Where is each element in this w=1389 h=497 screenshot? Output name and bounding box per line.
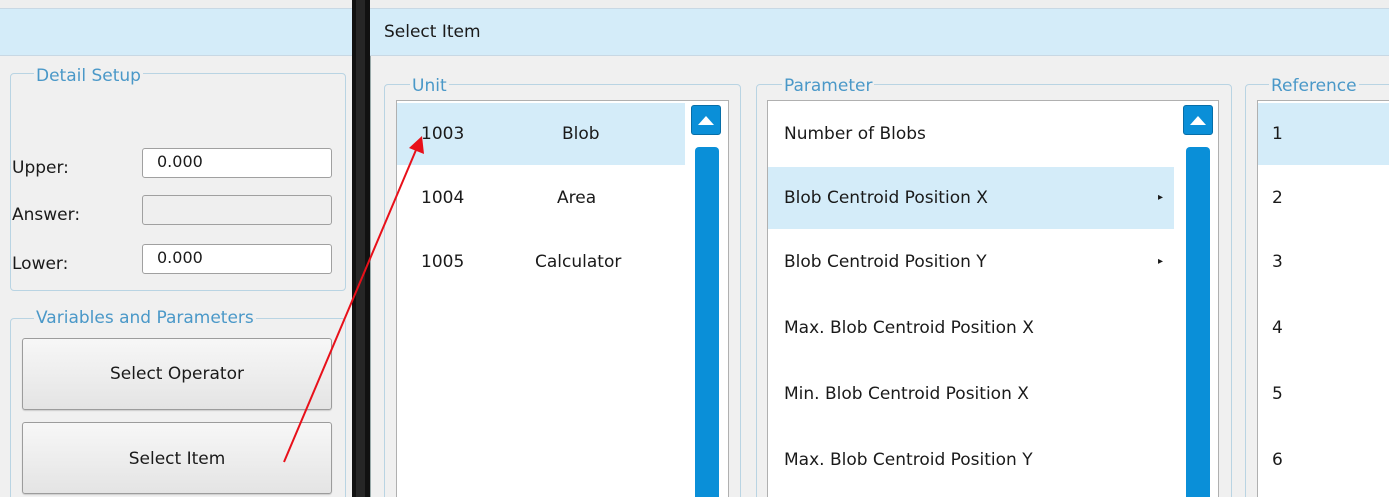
unit-list[interactable]: 1003 Blob 1004 Area 1005 Calculator [396,100,729,497]
lower-field[interactable]: 0.000 [142,244,332,274]
unit-row-id: 1003 [421,124,465,144]
arrow-up-icon [1190,115,1206,125]
lower-label: Lower: [12,254,69,274]
reference-row[interactable]: 2 [1258,167,1389,229]
reference-row-label: 5 [1272,384,1283,404]
unit-row-name: Calculator [535,252,622,272]
upper-label: Upper: [12,158,69,178]
parameter-row-label: Blob Centroid Position X [784,188,988,208]
unit-scrollbar-thumb[interactable] [695,147,719,497]
parameter-row-label: Max. Blob Centroid Position Y [784,450,1033,470]
answer-label: Answer: [12,205,81,225]
unit-row-1004[interactable]: 1004 Area [397,167,685,229]
unit-scroll-up-button[interactable] [691,105,721,135]
reference-row[interactable]: 3 [1258,231,1389,293]
select-operator-button[interactable]: Select Operator [22,338,332,410]
answer-field [142,195,332,225]
submenu-arrow-icon: ▸ [1158,192,1164,203]
upper-field[interactable]: 0.000 [142,148,332,178]
reference-row[interactable]: 6 [1258,429,1389,491]
reference-row[interactable]: 5 [1258,363,1389,425]
reference-row[interactable]: 4 [1258,297,1389,359]
variables-parameters-title: Variables and Parameters [34,308,256,328]
parameter-row[interactable]: Number of Blobs [768,103,1174,165]
arrow-up-icon [698,115,714,125]
parameter-row-label: Max. Blob Centroid Position X [784,318,1034,338]
left-header-bar [0,8,352,56]
reference-row-label: 6 [1272,450,1283,470]
reference-row[interactable]: 1 [1258,103,1389,165]
panel-divider-inner [356,0,365,497]
parameter-row-label: Blob Centroid Position Y [784,252,987,272]
reference-title: Reference [1269,76,1359,96]
unit-row-1005[interactable]: 1005 Calculator [397,231,685,293]
parameter-row[interactable]: Blob Centroid Position Y ▸ [768,231,1174,293]
select-item-header: Select Item [370,8,1389,56]
reference-row-label: 3 [1272,252,1283,272]
detail-setup-title: Detail Setup [34,66,143,86]
parameter-row-label: Number of Blobs [784,124,926,144]
submenu-arrow-icon: ▸ [1158,256,1164,267]
select-item-title: Select Item [384,22,481,42]
reference-row-label: 2 [1272,188,1283,208]
left-top-strip [0,0,352,8]
reference-list[interactable]: 1 2 3 4 5 6 [1257,100,1389,497]
unit-row-id: 1005 [421,252,465,272]
parameter-row[interactable]: Blob Centroid Position X ▸ [768,167,1174,229]
unit-row-1003[interactable]: 1003 Blob [397,103,685,165]
parameter-row[interactable]: Max. Blob Centroid Position X [768,297,1174,359]
right-top-strip [370,0,1389,8]
unit-title: Unit [410,76,449,96]
reference-row-label: 4 [1272,318,1283,338]
unit-row-name: Blob [562,124,600,144]
unit-row-id: 1004 [421,188,465,208]
parameter-title: Parameter [782,76,875,96]
select-item-button[interactable]: Select Item [22,422,332,494]
unit-row-name: Area [557,188,597,208]
select-item-button-label: Select Item [128,449,226,469]
parameter-row[interactable]: Max. Blob Centroid Position Y [768,429,1174,491]
parameter-row-label: Min. Blob Centroid Position X [784,384,1029,404]
parameter-row[interactable]: Min. Blob Centroid Position X [768,363,1174,425]
parameter-scrollbar-thumb[interactable] [1186,147,1210,497]
reference-row-label: 1 [1272,124,1283,144]
parameter-scroll-up-button[interactable] [1183,105,1213,135]
parameter-list[interactable]: Number of Blobs Blob Centroid Position X… [767,100,1219,497]
